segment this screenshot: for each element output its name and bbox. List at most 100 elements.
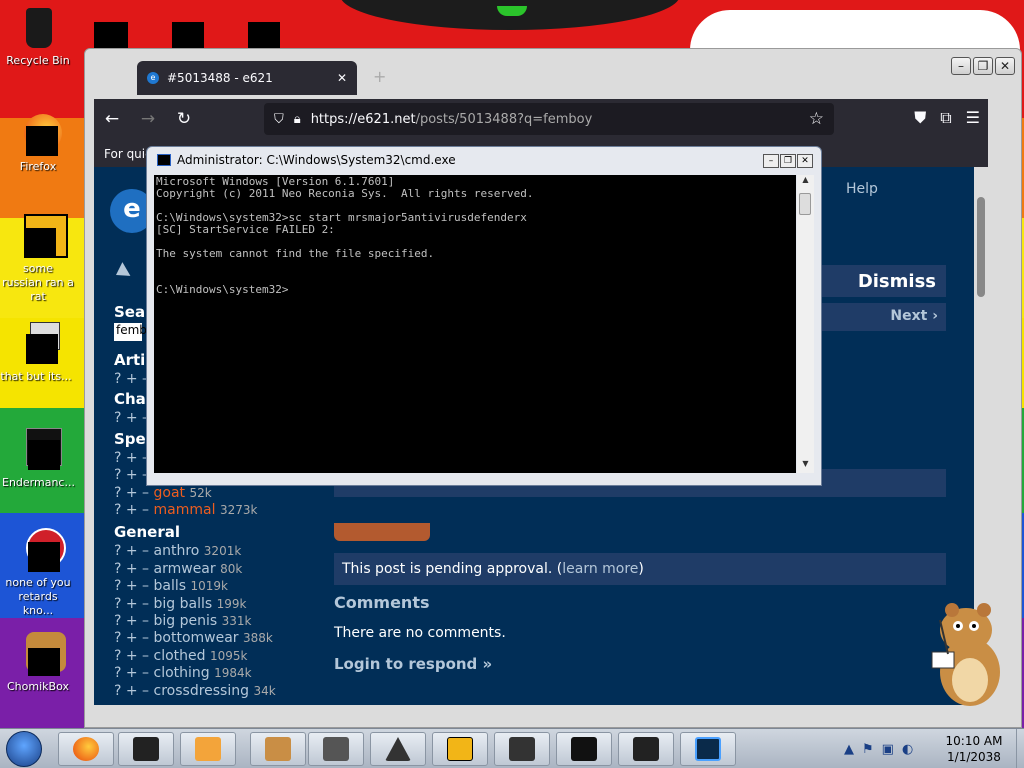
search-input[interactable]: femb xyxy=(114,323,147,341)
tag-row[interactable]: ? + – armwear 80k xyxy=(114,561,314,578)
tray-app-icon[interactable]: ⚑ xyxy=(862,742,874,757)
tag-row[interactable]: ? + – anthro 3201k xyxy=(114,543,314,560)
tag-row[interactable]: ? + – clothed 1095k xyxy=(114,648,314,665)
bookmark-star-icon[interactable]: ☆ xyxy=(809,109,824,129)
desktop-icon-none-of-you[interactable]: none of you retards kno... xyxy=(2,528,74,618)
taskbar-firefox[interactable] xyxy=(58,732,114,766)
tag-row[interactable]: ? + – bottomwear 388k xyxy=(114,630,314,647)
redacted-icon[interactable] xyxy=(94,22,128,50)
taskbar-item[interactable] xyxy=(556,732,612,766)
hamster-icon xyxy=(14,632,66,676)
forward-arrow-icon[interactable]: → xyxy=(130,109,166,129)
cmd-titlebar[interactable]: Administrator: C:\Windows\System32\cmd.e… xyxy=(157,153,456,167)
warning-icon xyxy=(385,737,411,761)
reload-icon[interactable]: ↻ xyxy=(166,109,202,129)
cmd-window-controls: – ❐ ✕ xyxy=(763,154,813,168)
cmd-title: Administrator: C:\Windows\System32\cmd.e… xyxy=(177,153,456,167)
keyboard-icon xyxy=(509,737,535,761)
start-button[interactable] xyxy=(6,731,42,767)
window-controls: – ❐ ✕ xyxy=(951,57,1015,75)
tab-close-icon[interactable]: ✕ xyxy=(337,71,347,85)
recycle-bin-icon xyxy=(14,6,62,50)
cmd-maximize-button[interactable]: ❐ xyxy=(780,154,796,168)
close-button[interactable]: ✕ xyxy=(995,57,1015,75)
url-path: /posts/5013488?q=femboy xyxy=(415,111,593,127)
nav-help[interactable]: Help xyxy=(846,181,878,197)
menu-icon[interactable]: ☰ xyxy=(966,108,980,128)
new-tab-button[interactable]: + xyxy=(373,67,386,86)
taskbar-item[interactable] xyxy=(618,732,674,766)
tag-row[interactable]: ? + – goat 52k xyxy=(114,485,314,502)
windows-stack-icon xyxy=(323,737,349,761)
taskbar-item[interactable] xyxy=(494,732,550,766)
redacted-icon[interactable] xyxy=(172,22,204,50)
console-output[interactable]: Microsoft Windows [Version 6.1.7601] Cop… xyxy=(154,175,796,473)
taskbar: ▲ ⚑ ▣ ◐ 10:10 AM 1/1/2038 xyxy=(0,728,1024,768)
scroll-thumb[interactable] xyxy=(977,197,985,297)
no-comments-text: There are no comments. xyxy=(334,625,506,641)
show-desktop-button[interactable] xyxy=(1016,729,1024,768)
taskbar-cmd[interactable] xyxy=(680,732,736,766)
volume-icon[interactable]: ◐ xyxy=(902,742,913,757)
redacted-icon[interactable] xyxy=(248,22,280,50)
orange-tab[interactable] xyxy=(334,523,430,541)
taskbar-item[interactable] xyxy=(250,732,306,766)
url-bar[interactable]: ⛉ 🔒︎ https://e621.net/posts/5013488?q=fe… xyxy=(264,103,834,135)
network-icon[interactable]: ▣ xyxy=(882,742,894,757)
scroll-up-icon[interactable]: ▲ xyxy=(797,175,814,189)
taskbar-item[interactable] xyxy=(308,732,364,766)
extensions-icon[interactable]: ⧉ xyxy=(940,108,951,128)
desktop-icon-label: Firefox xyxy=(19,160,57,173)
firefox-icon xyxy=(73,737,99,761)
tray-expand-icon[interactable]: ▲ xyxy=(844,742,854,757)
login-to-respond-link[interactable]: Login to respond » xyxy=(334,655,492,673)
taskbar-item[interactable] xyxy=(432,732,488,766)
general-tag-list: ? + – anthro 3201k? + – armwear 80k? + –… xyxy=(114,543,314,700)
learn-more-link[interactable]: learn more xyxy=(562,561,638,577)
shield-icon[interactable]: ⛉ xyxy=(274,112,284,127)
back-arrow-icon[interactable]: ← xyxy=(94,109,130,129)
desktop-icon-label: none of you retards kno... xyxy=(5,576,71,617)
hamster-icon xyxy=(265,737,291,761)
red-circle-icon xyxy=(14,528,66,572)
desktop-icon-endermanch[interactable]: Endermanc... xyxy=(2,428,75,490)
cmd-minimize-button[interactable]: – xyxy=(763,154,779,168)
taskbar-item[interactable] xyxy=(370,732,426,766)
send-arrow-icon[interactable] xyxy=(101,262,131,288)
taskbar-item[interactable] xyxy=(118,732,174,766)
pending-notice: This post is pending approval. (learn mo… xyxy=(334,553,946,585)
taskbar-item[interactable] xyxy=(180,732,236,766)
tag-row[interactable]: ? + – balls 1019k xyxy=(114,578,314,595)
clock[interactable]: 10:10 AM 1/1/2038 xyxy=(936,733,1012,765)
window-icon xyxy=(14,428,62,472)
tag-row[interactable]: ? + – big penis 331k xyxy=(114,613,314,630)
toolbar-right: ⛊ ⧉ ☰ xyxy=(914,108,980,128)
tag-row[interactable]: ? + – clothing 1984k xyxy=(114,665,314,682)
desktop-icon-chomikbox[interactable]: ChomikBox xyxy=(2,632,74,694)
scroll-down-icon[interactable]: ▼ xyxy=(797,459,814,473)
comments-heading: Comments xyxy=(334,593,430,612)
desktop-icon-recycle-bin[interactable]: Recycle Bin xyxy=(2,6,74,68)
tag-row[interactable]: ? + – big balls 199k xyxy=(114,596,314,613)
tag-row[interactable]: ? + – crossdressing 34k xyxy=(114,683,314,700)
desktop-icon-firefox[interactable]: Firefox xyxy=(2,112,74,174)
url-domain: https://e621.net xyxy=(310,111,416,127)
desktop-icon-label: that but its... xyxy=(0,370,72,383)
lock-icon[interactable]: 🔒︎ xyxy=(294,112,301,127)
pocket-icon[interactable]: ⛊ xyxy=(914,108,926,128)
minimize-button[interactable]: – xyxy=(951,57,971,75)
firefox-icon xyxy=(14,112,62,156)
desktop-icon-label: Endermanc... xyxy=(2,476,75,489)
desktop-icon-label: some russian ran a rat xyxy=(2,262,74,303)
cmd-scroll-thumb[interactable] xyxy=(799,193,811,215)
cmd-scrollbar[interactable]: ▲ ▼ xyxy=(797,175,814,473)
general-heading: General xyxy=(114,523,180,542)
e621-favicon-icon: e xyxy=(147,72,159,84)
desktop-icon-that[interactable]: that but its... xyxy=(0,322,72,384)
maximize-button[interactable]: ❐ xyxy=(973,57,993,75)
cmd-close-button[interactable]: ✕ xyxy=(797,154,813,168)
tag-row[interactable]: ? + – mammal 3273k xyxy=(114,502,314,519)
desktop-icon-rat[interactable]: e some russian ran a rat xyxy=(2,214,74,304)
cmd-window: Administrator: C:\Windows\System32\cmd.e… xyxy=(146,146,822,486)
browser-tab[interactable]: e #5013488 - e621 ✕ xyxy=(137,61,357,95)
